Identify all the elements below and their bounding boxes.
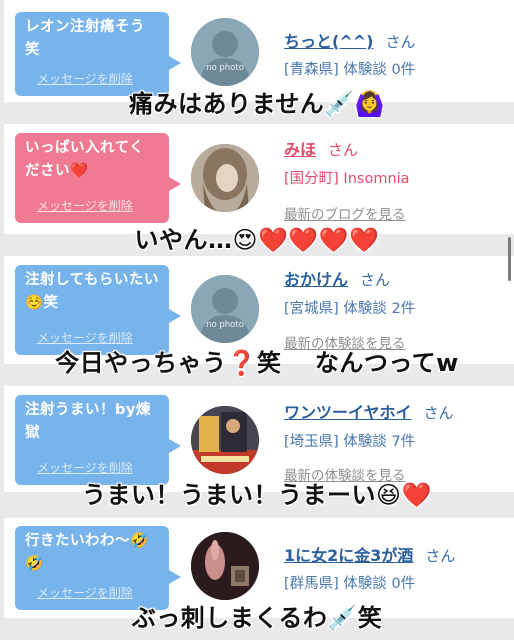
avatar[interactable]: no photo [191,275,259,343]
user-name-link[interactable]: みほ さん [284,136,358,160]
message-card: いっぱい入れてください❤️ メッセージを削除 みほ さん [国分町] Insomn… [4,124,514,234]
honorific: さん [328,141,359,159]
user-name: ちっと(^^) [284,32,374,51]
default-user-icon [191,18,259,86]
avatar[interactable] [191,532,259,600]
default-user-icon [191,275,259,343]
scrollbar[interactable] [508,237,511,281]
honorific: さん [385,33,416,51]
message-bubble: いっぱい入れてください❤️ メッセージを削除 [15,133,181,223]
user-name-link[interactable]: おかけん さん [284,266,390,290]
user-name: おかけん [284,270,349,289]
user-name-link[interactable]: ちっと(^^) さん [284,28,415,52]
user-name: 1に女2に金3が酒 [284,546,414,565]
user-meta: [青森県] 体験談 0件 [284,62,416,78]
user-meta: [群馬県] 体験談 0件 [284,576,416,592]
message-text: 行きたいわわ〜🤣🤣 [25,533,149,572]
no-photo-label: no photo [206,63,244,73]
overlay-caption: いやん…😍❤️❤️❤️❤️ [134,226,380,254]
delete-message-link[interactable]: メッセージを削除 [37,195,133,218]
avatar[interactable] [191,144,259,212]
user-name: ワンツーイヤホイ [284,403,412,422]
user-name: みほ [284,140,317,159]
message-text: 注射うまい！by煉獄 [25,402,151,441]
message-bubble: 注射うまい！by煉獄 メッセージを削除 [15,395,181,485]
avatar[interactable] [191,406,259,474]
user-meta: [国分町] Insomnia [284,171,410,187]
user-photo-icon [191,144,259,212]
overlay-caption: ぶっ刺しまくるわ💉笑 [131,604,383,632]
overlay-caption: うまい！うまい！うまーい😆❤️ [82,481,432,509]
user-photo-icon [191,532,259,600]
message-text: レオン注射痛そう笑 [25,19,145,58]
message-text: 注射してもらいたい☺️笑 [25,272,159,311]
user-name-link[interactable]: ワンツーイヤホイ さん [284,399,454,423]
honorific: さん [360,271,391,289]
overlay-caption: 今日やっちゃう❓笑 なんつってw [55,349,459,377]
user-meta: [埼玉県] 体験談 7件 [284,434,416,450]
honorific: さん [425,547,456,565]
user-name-link[interactable]: 1に女2に金3が酒 さん [284,542,455,566]
no-photo-label: no photo [206,320,244,330]
avatar[interactable]: no photo [191,18,259,86]
user-photo-icon [191,406,259,474]
message-text: いっぱい入れてください❤️ [25,140,145,179]
user-meta: [宮城県] 体験談 2件 [284,301,416,317]
honorific: さん [423,404,454,422]
overlay-caption: 痛みはありません💉🙆‍♀️ [128,90,386,118]
message-bubble: 注射してもらいたい☺️笑 メッセージを削除 [15,265,181,355]
